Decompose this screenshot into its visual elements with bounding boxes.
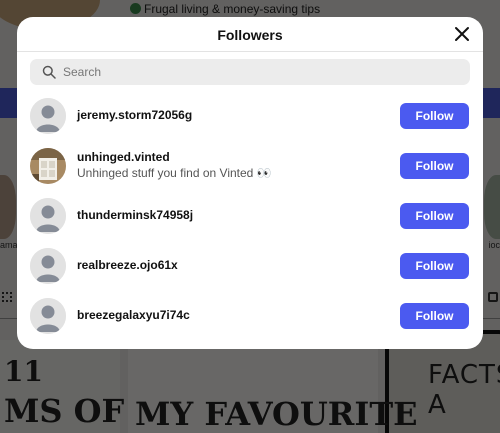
photo-avatar-icon (30, 148, 66, 184)
default-avatar-icon (30, 298, 66, 334)
background-story-label-left: ama (0, 240, 18, 250)
followers-modal: Followers jeremy.storm72056g (17, 17, 483, 349)
user-bio: Unhinged stuff you find on Vinted 👀 (77, 166, 272, 180)
list-item[interactable]: realbreeze.ojo61x Follow (17, 241, 483, 291)
modal-header: Followers (17, 17, 483, 52)
background-button-left (0, 88, 18, 118)
follow-button[interactable]: Follow (400, 153, 469, 179)
list-item[interactable]: thunderminsk74958j Follow (17, 191, 483, 241)
user-text: jeremy.storm72056g (77, 108, 192, 122)
username[interactable]: unhinged.vinted (77, 150, 272, 164)
background-thumb-text-1: 11 (4, 355, 43, 388)
default-avatar-icon (30, 248, 66, 284)
close-icon (455, 27, 469, 41)
background-tagline-text: Frugal living & money-saving tips (144, 2, 321, 16)
follow-button[interactable]: Follow (400, 253, 469, 279)
default-avatar-icon (30, 198, 66, 234)
user-text: breezegalaxyu7i74c (77, 308, 190, 322)
close-button[interactable] (453, 25, 471, 43)
follow-button[interactable]: Follow (400, 203, 469, 229)
search-input[interactable] (63, 59, 458, 85)
globe-icon (130, 3, 141, 14)
user-text: unhinged.vinted Unhinged stuff you find … (77, 150, 272, 180)
background-story-label-right: ioc (488, 240, 500, 250)
tag-icon (488, 292, 498, 302)
default-avatar-icon (30, 98, 66, 134)
list-item[interactable]: unhinged.vinted Unhinged stuff you find … (17, 141, 483, 191)
avatar[interactable] (30, 298, 66, 334)
username[interactable]: jeremy.storm72056g (77, 108, 192, 122)
grid-icon (2, 292, 12, 302)
background-button-right (482, 88, 500, 118)
avatar[interactable] (30, 198, 66, 234)
background-story-right (484, 175, 500, 239)
background-thumb-text-4: FACTS A (428, 360, 500, 420)
list-item[interactable]: jeremy.storm72056g Follow (17, 91, 483, 141)
username[interactable]: realbreeze.ojo61x (77, 258, 178, 272)
avatar[interactable] (30, 148, 66, 184)
avatar[interactable] (30, 248, 66, 284)
avatar[interactable] (30, 98, 66, 134)
username[interactable]: breezegalaxyu7i74c (77, 308, 190, 322)
follow-button[interactable]: Follow (400, 303, 469, 329)
search-bar[interactable] (30, 59, 470, 85)
background-tagline: Frugal living & money-saving tips (130, 2, 320, 16)
followers-list: jeremy.storm72056g Follow unhinged.vinte… (17, 91, 483, 341)
user-text: thunderminsk74958j (77, 208, 193, 222)
search-icon (42, 65, 56, 79)
background-story-left (0, 175, 16, 239)
user-text: realbreeze.ojo61x (77, 258, 178, 272)
modal-title: Followers (217, 27, 283, 43)
background-thumb-text-2: MS OF (4, 392, 125, 430)
background-thumb-text-3: MY FAVOURITE (135, 395, 418, 433)
list-item[interactable]: breezegalaxyu7i74c Follow (17, 291, 483, 341)
username[interactable]: thunderminsk74958j (77, 208, 193, 222)
follow-button[interactable]: Follow (400, 103, 469, 129)
